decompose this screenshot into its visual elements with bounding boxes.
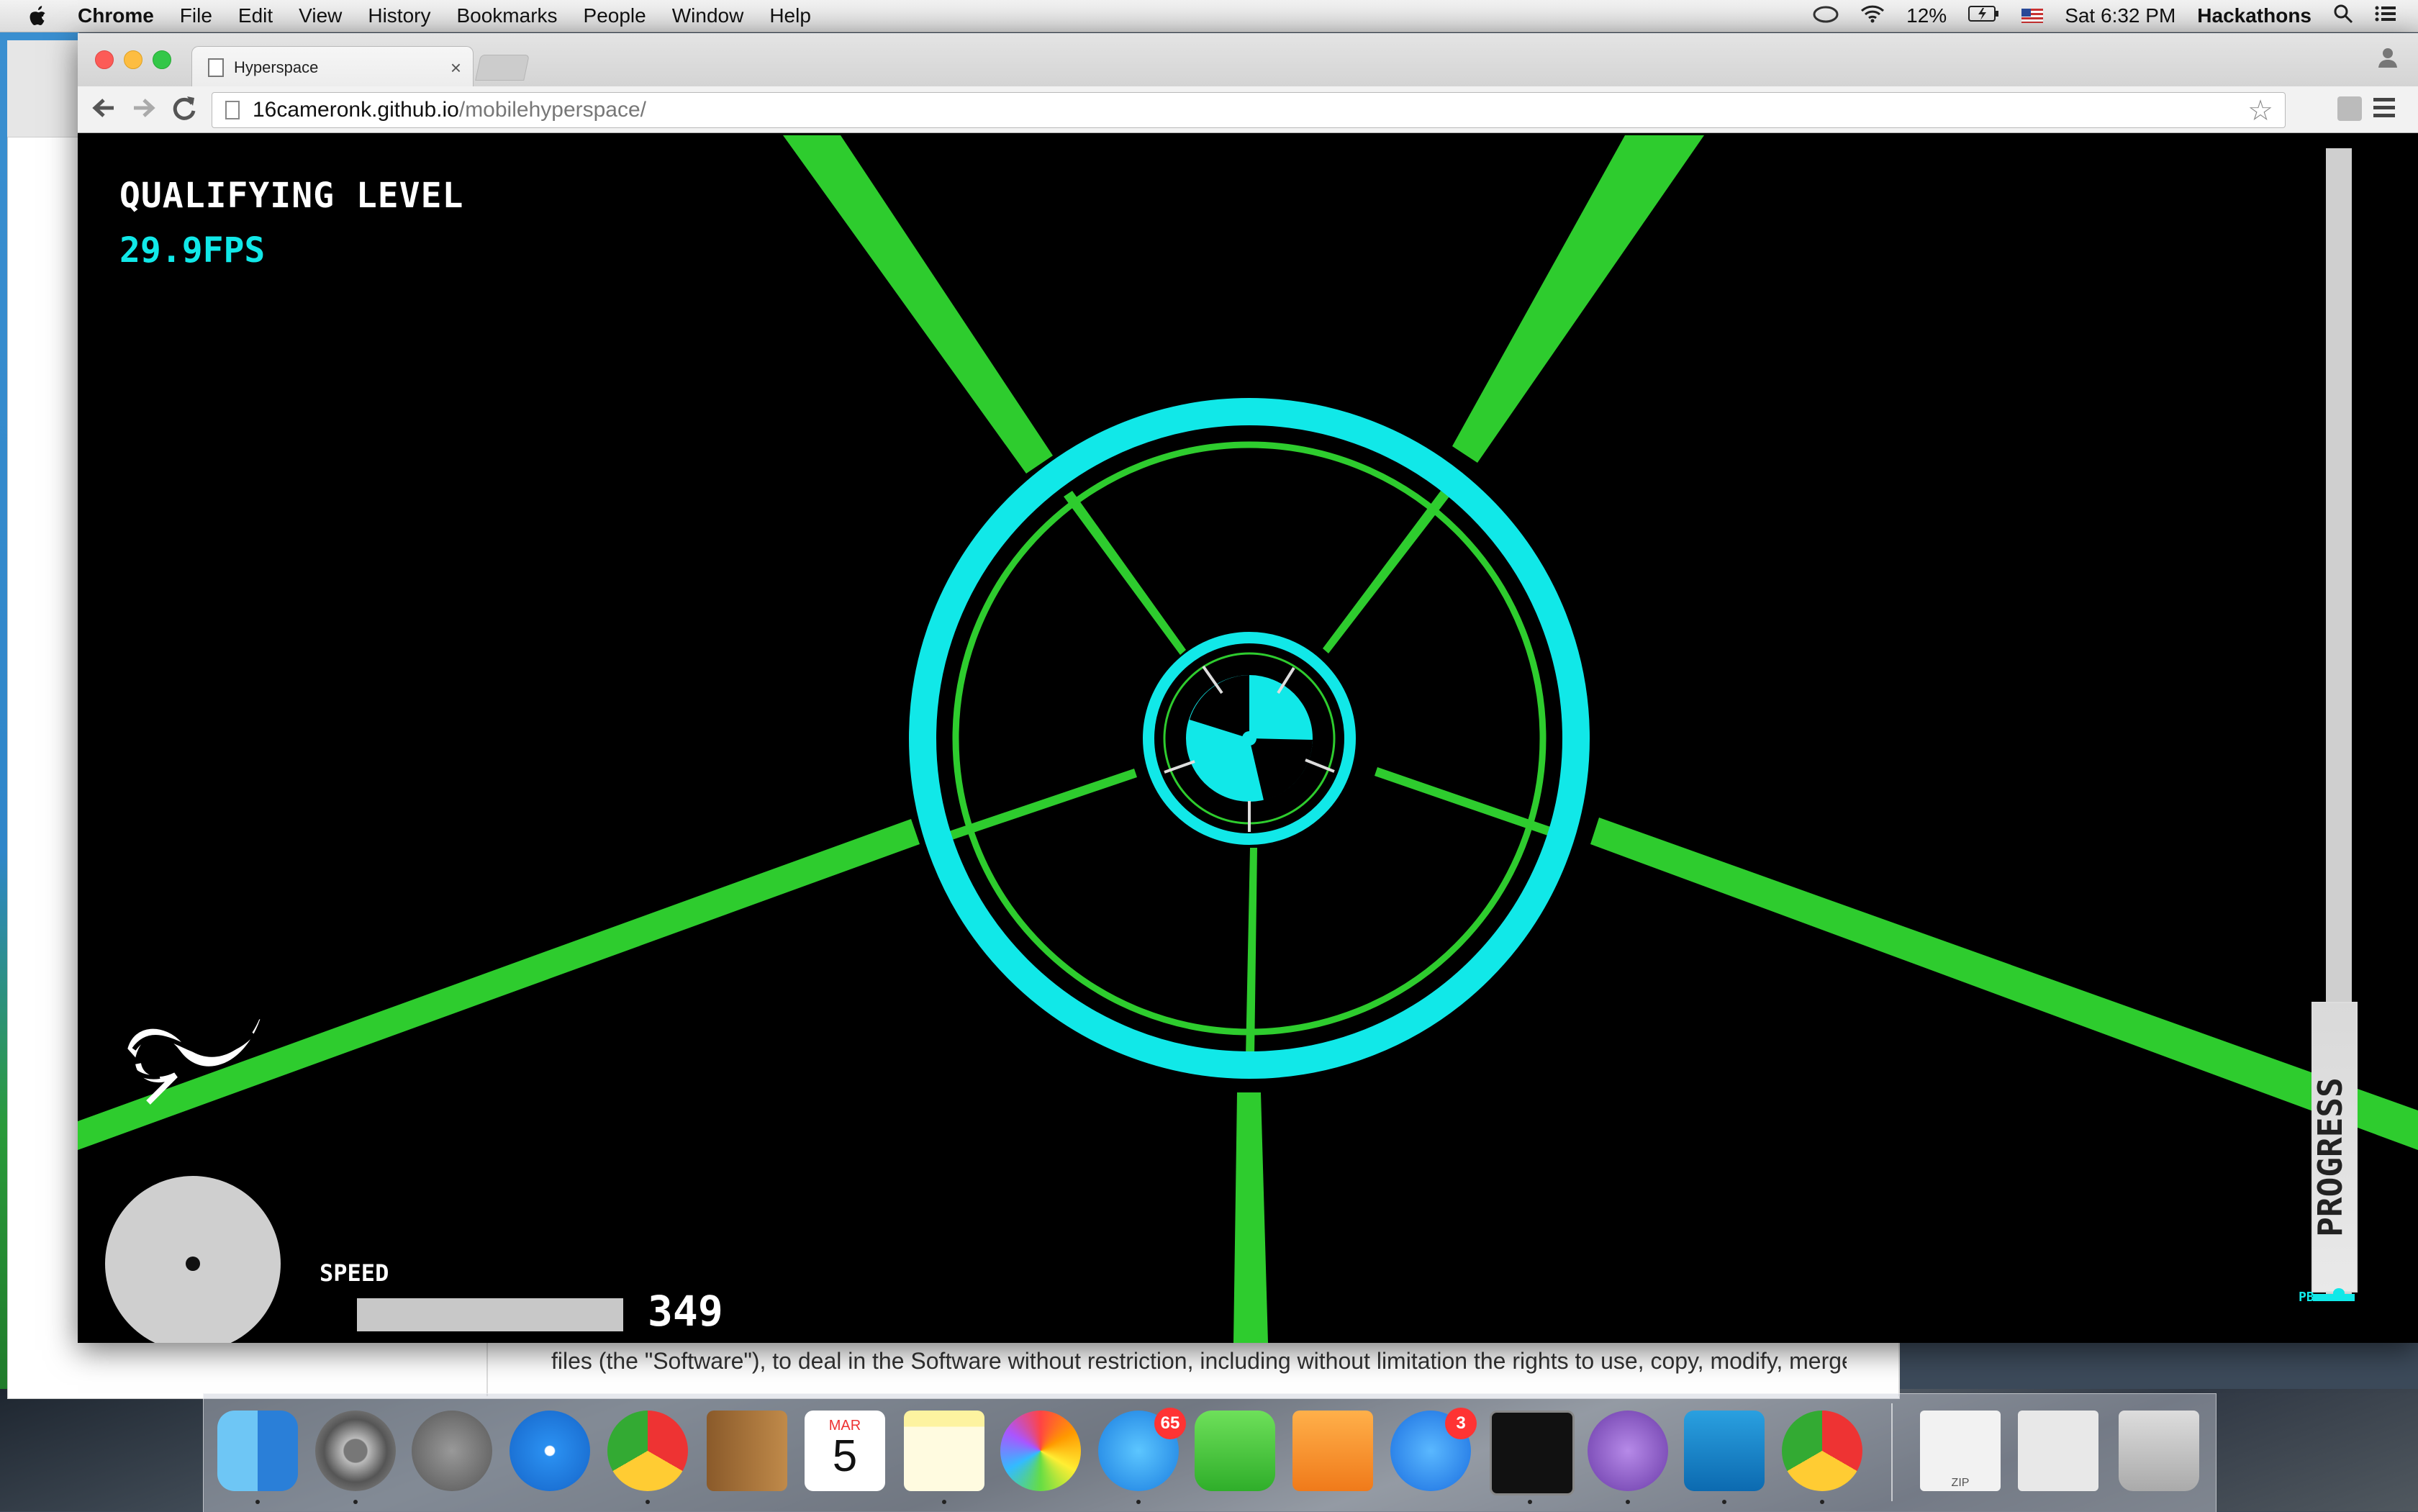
inner-spoke <box>1064 491 1186 655</box>
tab-close-icon[interactable]: × <box>450 57 461 79</box>
document-text: files (the "Software"), to deal in the S… <box>551 1348 1847 1374</box>
running-indicator <box>646 1500 650 1504</box>
app-store-badge: 3 <box>1445 1408 1477 1439</box>
extension-icon[interactable] <box>2337 96 2362 121</box>
new-tab-button[interactable] <box>475 55 530 81</box>
menu-people[interactable]: People <box>584 4 646 27</box>
input-source-flag-icon[interactable] <box>2021 9 2044 23</box>
inner-spoke <box>947 769 1137 841</box>
running-indicator <box>1820 1500 1824 1504</box>
close-window-button[interactable] <box>95 50 114 69</box>
outer-spoke <box>783 135 1053 474</box>
menu-edit[interactable]: Edit <box>238 4 273 27</box>
spotlight-search-icon[interactable] <box>2333 4 2353 29</box>
game-canvas[interactable]: QUALIFYING LEVEL 29.9FPS SPEED 349 PROGR… <box>78 135 2418 1343</box>
trash-icon[interactable] <box>2119 1411 2199 1491</box>
clock[interactable]: Sat 6:32 PM <box>2065 4 2175 27</box>
apple-icon[interactable] <box>29 6 46 26</box>
outer-spoke <box>1233 1092 1268 1343</box>
brackets-icon[interactable] <box>1684 1411 1765 1491</box>
contacts-icon[interactable] <box>707 1411 787 1491</box>
joystick-knob[interactable] <box>186 1257 200 1271</box>
fps-counter: 29.9FPS <box>119 230 266 271</box>
running-indicator <box>942 1500 946 1504</box>
speed-value: 349 <box>648 1287 723 1336</box>
url-host: 16cameronk.github.io <box>253 98 459 122</box>
menu-history[interactable]: History <box>368 4 430 27</box>
zoom-window-button[interactable] <box>153 50 171 69</box>
outer-spoke <box>1452 135 1704 463</box>
facetime-icon[interactable] <box>1195 1411 1275 1491</box>
menu-bookmarks[interactable]: Bookmarks <box>456 4 557 27</box>
profile-icon[interactable] <box>2372 45 2404 73</box>
address-bar[interactable]: 16cameronk.github.io /mobilehyperspace/ … <box>212 92 2286 128</box>
github-icon[interactable] <box>1588 1411 1668 1491</box>
progress-label: PROGRESS <box>2311 1077 2350 1237</box>
menu-bar: Chrome File Edit View History Bookmarks … <box>0 0 2418 32</box>
menu-file[interactable]: File <box>180 4 212 27</box>
running-indicator <box>1626 1500 1630 1504</box>
minimize-window-button[interactable] <box>124 50 142 69</box>
forward-arrow-icon[interactable] <box>128 94 160 125</box>
downloads-stack-icon[interactable] <box>2018 1411 2098 1491</box>
tab-hyperspace[interactable]: Hyperspace × <box>191 46 474 89</box>
chrome-canary-icon[interactable] <box>1782 1411 1862 1491</box>
running-indicator <box>1528 1500 1532 1504</box>
outer-spoke <box>1590 818 2418 1150</box>
menu-view[interactable]: View <box>299 4 342 27</box>
terminal-icon[interactable] <box>1490 1411 1575 1495</box>
system-preferences-icon[interactable] <box>315 1411 396 1491</box>
messages-badge: 65 <box>1154 1408 1186 1439</box>
safari-icon[interactable] <box>510 1411 590 1491</box>
zip-label: ZIP <box>1951 1477 1970 1489</box>
calendar-icon[interactable]: MAR 5 <box>805 1411 885 1491</box>
battery-icon[interactable] <box>1968 4 2000 27</box>
tab-strip: Hyperspace × <box>78 33 2418 89</box>
page-info-icon[interactable] <box>225 101 240 119</box>
calendar-day: 5 <box>832 1431 858 1481</box>
notes-icon[interactable] <box>904 1411 984 1491</box>
browser-toolbar: 16cameronk.github.io /mobilehyperspace/ … <box>78 86 2418 133</box>
user-name[interactable]: Hackathons <box>2197 4 2311 27</box>
back-arrow-icon[interactable] <box>88 94 119 125</box>
notification-center-icon[interactable] <box>2375 4 2396 27</box>
zip-file-icon[interactable]: ZIP <box>1920 1411 2001 1491</box>
finder-icon[interactable] <box>217 1411 298 1491</box>
running-indicator <box>1722 1500 1726 1504</box>
hyperspace-tunnel <box>78 135 2418 1343</box>
running-indicator <box>1136 1500 1141 1504</box>
menu-window[interactable]: Window <box>672 4 744 27</box>
level-title: QUALIFYING LEVEL <box>119 176 464 216</box>
menu-app-name[interactable]: Chrome <box>78 4 154 27</box>
menu-help[interactable]: Help <box>769 4 811 27</box>
speed-label: SPEED <box>320 1259 389 1287</box>
creative-cloud-icon[interactable] <box>1813 4 1839 28</box>
launchpad-icon[interactable] <box>412 1411 492 1491</box>
bookmark-star-icon[interactable]: ☆ <box>2247 94 2273 127</box>
personal-best-marker <box>2333 1288 2345 1298</box>
page-icon <box>208 58 224 77</box>
outer-spoke <box>78 819 920 1150</box>
tab-title: Hyperspace <box>234 58 319 76</box>
chrome-window: Hyperspace × 16cameronk.github.io /mobil… <box>78 33 2418 1343</box>
inner-spoke <box>1323 491 1449 653</box>
wifi-icon[interactable] <box>1860 4 1885 28</box>
chrome-menu-icon[interactable] <box>2373 98 2395 119</box>
reload-icon[interactable] <box>168 94 200 125</box>
joystick-control[interactable] <box>105 1176 281 1343</box>
battery-percent: 12% <box>1906 4 1947 27</box>
url-path: /mobilehyperspace/ <box>458 98 647 122</box>
photos-icon[interactable] <box>1000 1411 1081 1491</box>
speed-bar <box>357 1298 623 1331</box>
running-indicator <box>255 1500 260 1504</box>
pages-icon[interactable] <box>1292 1411 1373 1491</box>
dock-separator <box>1891 1403 1893 1501</box>
personal-best-label: PB <box>2299 1290 2314 1305</box>
running-indicator <box>353 1500 358 1504</box>
chrome-dock-icon[interactable] <box>607 1411 688 1491</box>
inner-spoke <box>1246 848 1257 1056</box>
